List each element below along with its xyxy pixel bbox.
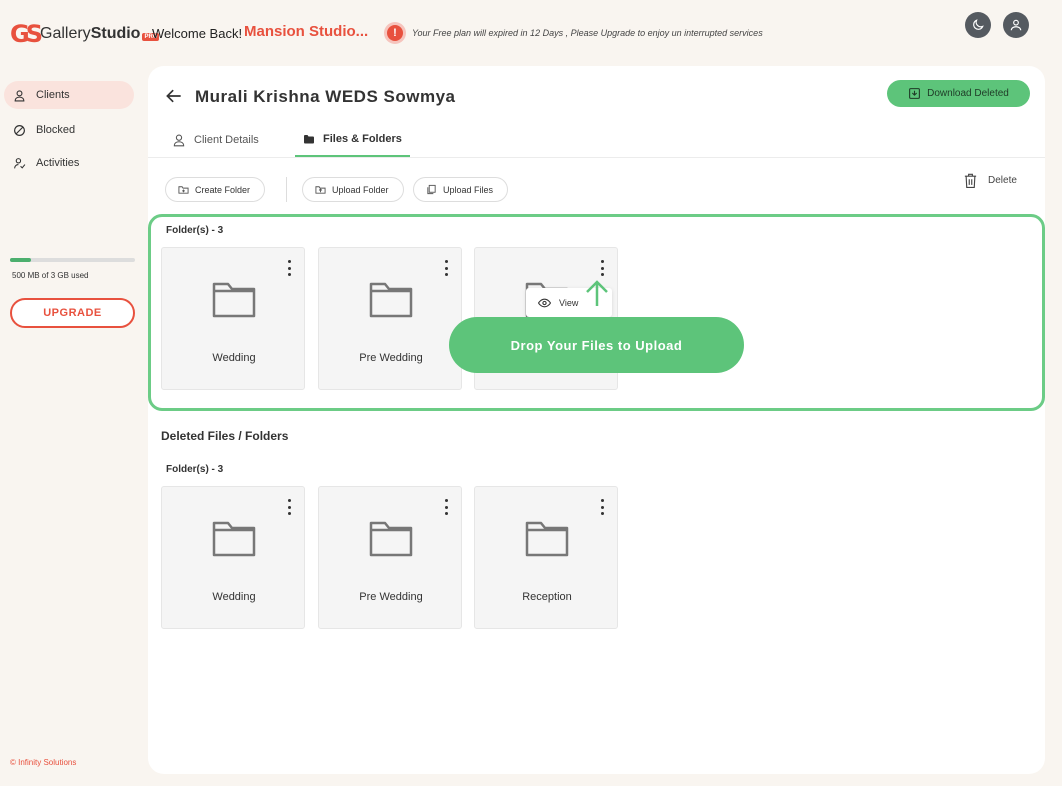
tab-files-folders[interactable]: Files & Folders: [295, 122, 410, 157]
storage-fill: [10, 258, 32, 262]
folder-icon: [303, 133, 315, 145]
drop-files-banner: Drop Your Files to Upload: [449, 317, 744, 373]
folder-plus-icon: [178, 184, 189, 195]
more-icon[interactable]: [284, 499, 294, 515]
folder-name: Reception: [522, 591, 572, 603]
main-panel: Murali Krishna WEDS Sowmya Download Dele…: [148, 66, 1045, 774]
copyright: © Infinity Solutions: [10, 758, 77, 767]
folder-icon: [525, 521, 569, 557]
user-icon: [1010, 19, 1022, 31]
upload-folder-label: Upload Folder: [332, 184, 389, 195]
deleted-folder-card-pre-wedding[interactable]: Pre Wedding: [318, 486, 462, 629]
block-icon: [12, 123, 26, 137]
toolbar-divider: [286, 177, 287, 202]
header: GS GalleryStudio PRO Welcome Back! Mansi…: [0, 0, 1062, 64]
create-folder-label: Create Folder: [195, 184, 251, 195]
plan-message: Your Free plan will expired in 12 Days ,…: [412, 28, 763, 38]
logo[interactable]: GS GalleryStudio PRO: [10, 20, 160, 48]
sidebar-item-clients[interactable]: Clients: [4, 81, 134, 109]
sidebar-item-label: Activities: [36, 157, 80, 169]
storage-text: 500 MB of 3 GB used: [12, 271, 89, 280]
upload-files-label: Upload Files: [443, 184, 494, 195]
download-icon: [908, 87, 921, 100]
sidebar-item-label: Blocked: [36, 124, 76, 136]
tab-label: Client Details: [194, 133, 259, 146]
deleted-folder-card-reception[interactable]: Reception: [474, 486, 618, 629]
delete-button[interactable]: Delete: [963, 172, 1017, 189]
folder-icon: [212, 521, 256, 557]
upgrade-button[interactable]: UPGRADE: [10, 298, 135, 328]
activity-icon: [12, 156, 26, 170]
upload-files-button[interactable]: Upload Files: [413, 177, 509, 202]
trash-icon: [963, 172, 978, 189]
sidebar-item-label: Clients: [36, 89, 70, 101]
more-icon[interactable]: [284, 260, 294, 276]
folder-icon: [369, 521, 413, 557]
page-title: Murali Krishna WEDS Sowmya: [195, 87, 456, 106]
deleted-folder-card-wedding[interactable]: Wedding: [161, 486, 305, 629]
logo-text-light: Gallery: [40, 25, 91, 42]
tab-label: Files & Folders: [323, 132, 402, 145]
folder-upload-icon: [315, 184, 326, 195]
welcome-text: Welcome Back!: [152, 26, 243, 41]
sidebar-item-blocked[interactable]: Blocked: [4, 116, 134, 144]
storage-bar: [10, 258, 135, 262]
sidebar: Clients Blocked Activities 500 MB of 3 G…: [0, 64, 146, 786]
upload-folder-button[interactable]: Upload Folder: [302, 177, 404, 202]
view-label: View: [559, 297, 579, 308]
more-icon[interactable]: [597, 260, 607, 276]
sidebar-item-activities[interactable]: Activities: [4, 149, 134, 177]
user-icon: [12, 88, 26, 102]
moon-icon: [973, 19, 984, 30]
tab-client-details[interactable]: Client Details: [172, 122, 259, 157]
folder-name: Wedding: [212, 352, 256, 364]
more-icon[interactable]: [441, 499, 451, 515]
profile-button[interactable]: [1003, 12, 1029, 38]
download-deleted-label: Download Deleted: [927, 88, 1009, 99]
files-icon: [426, 184, 437, 195]
logo-mark: GS: [10, 20, 43, 48]
delete-label: Delete: [988, 175, 1017, 186]
folder-card-pre-wedding[interactable]: Pre Wedding: [318, 247, 462, 390]
folders-count: Folder(s) - 3: [166, 225, 224, 236]
folder-name: Wedding: [212, 591, 256, 603]
back-arrow-icon[interactable]: [164, 86, 184, 106]
theme-toggle-button[interactable]: [965, 12, 991, 38]
deleted-section-title: Deleted Files / Folders: [161, 429, 289, 443]
more-icon[interactable]: [441, 260, 451, 276]
eye-icon: [538, 298, 551, 308]
deleted-folders-count: Folder(s) - 3: [166, 464, 224, 475]
folder-icon: [369, 282, 413, 318]
download-deleted-button[interactable]: Download Deleted: [887, 80, 1030, 107]
create-folder-button[interactable]: Create Folder: [165, 177, 266, 202]
folder-icon: [212, 282, 256, 318]
folder-name: Pre Wedding: [359, 352, 423, 364]
tab-bar: Client Details Files & Folders: [148, 122, 1045, 158]
folder-name: Pre Wedding: [359, 591, 423, 603]
user-icon: [172, 133, 186, 147]
more-icon[interactable]: [597, 499, 607, 515]
logo-text-bold: Studio: [90, 25, 141, 42]
arrow-up-icon: [586, 280, 608, 306]
info-icon: !: [384, 22, 406, 44]
studio-name: Mansion Studio...: [244, 23, 369, 40]
folder-card-wedding[interactable]: Wedding: [161, 247, 305, 390]
